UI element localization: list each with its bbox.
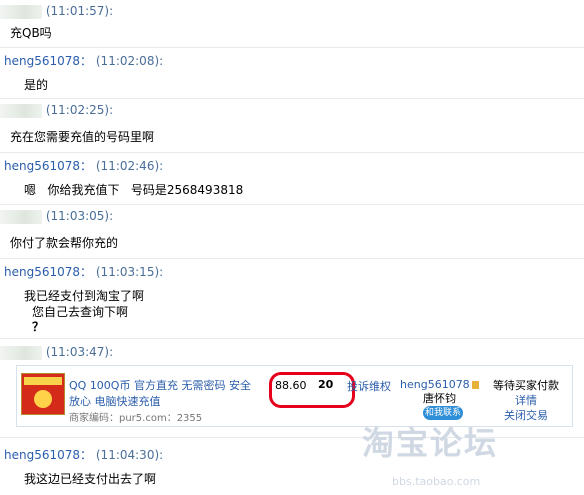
message-text: 你付了款会帮你充的 — [10, 236, 119, 250]
blurred-sender — [0, 103, 42, 118]
sender-name[interactable]: heng561078 — [4, 265, 80, 279]
timestamp: (11:03:15): — [95, 265, 164, 279]
blurred-sender — [0, 4, 42, 19]
message-header: heng561078： (11:03:15): — [4, 263, 163, 281]
divider — [0, 152, 584, 153]
divider — [0, 338, 584, 339]
divider — [0, 98, 584, 99]
message-text: 是的 — [24, 78, 49, 92]
product-title-link[interactable]: QQ 100Q币 官方直充 无需密码 安全放心 电脑快速充值 — [69, 378, 259, 410]
message-text: 我这边已经支付出去了啊 — [24, 472, 157, 486]
order-price: 88.60 — [275, 379, 307, 392]
watermark-url: bbs.taobao.com — [392, 475, 481, 488]
blurred-sender — [0, 209, 42, 224]
sender-name[interactable]: heng561078 — [4, 448, 80, 462]
order-quantity: 20 — [318, 378, 334, 391]
timestamp: (11:01:57): — [45, 4, 114, 18]
message-text: ？ — [32, 320, 45, 334]
message-header: heng561078： (11:02:08): — [4, 52, 163, 70]
timestamp: (11:02:08): — [95, 54, 164, 68]
message-text: 您自己去查询下啊 — [32, 305, 129, 319]
order-status: 等待买家付款 详情 关闭交易 — [490, 378, 562, 423]
message-header: (11:01:57): — [0, 2, 113, 20]
separator: ： — [80, 159, 93, 173]
product-thumbnail[interactable] — [21, 373, 65, 415]
status-text: 等待买家付款 — [493, 379, 559, 392]
divider — [0, 204, 584, 205]
timestamp: (11:02:46): — [95, 159, 164, 173]
message-header: heng561078： (11:04:30): — [4, 446, 163, 464]
message-text: 充在您需要充值的号码里啊 — [10, 130, 155, 144]
flag-icon — [471, 381, 479, 389]
blurred-sender — [0, 345, 42, 360]
merchant-code-text: 商家编码：pur5.com：2355 — [69, 413, 203, 424]
separator: ： — [80, 265, 93, 279]
seller-realname: 唐怀钧 — [423, 392, 456, 405]
message-text: 充QB吗 — [10, 26, 52, 40]
timestamp: (11:02:25): — [45, 103, 114, 117]
message-text: 嗯 你给我充值下 号码是2568493818 — [24, 183, 244, 197]
close-trade-link[interactable]: 关闭交易 — [490, 408, 562, 423]
message-header: (11:03:47): — [0, 343, 113, 361]
message-header: (11:02:25): — [0, 101, 113, 119]
timestamp: (11:03:05): — [45, 209, 114, 223]
divider — [0, 258, 584, 259]
separator: ： — [80, 448, 93, 462]
sender-name[interactable]: heng561078 — [4, 159, 80, 173]
separator: ： — [80, 54, 93, 68]
complaint-link[interactable]: 投诉维权 — [347, 378, 391, 394]
detail-link[interactable]: 详情 — [490, 393, 562, 408]
message-header: heng561078： (11:02:46): — [4, 157, 163, 175]
merchant-code: 商家编码：pur5.com：2355 — [69, 409, 202, 424]
sender-name[interactable]: heng561078 — [4, 54, 80, 68]
timestamp: (11:04:30): — [95, 448, 164, 462]
watermark-logo: 淘宝论坛 — [362, 424, 499, 462]
divider — [0, 47, 584, 48]
timestamp: (11:03:47): — [45, 345, 114, 359]
message-header: (11:03:05): — [0, 207, 113, 225]
